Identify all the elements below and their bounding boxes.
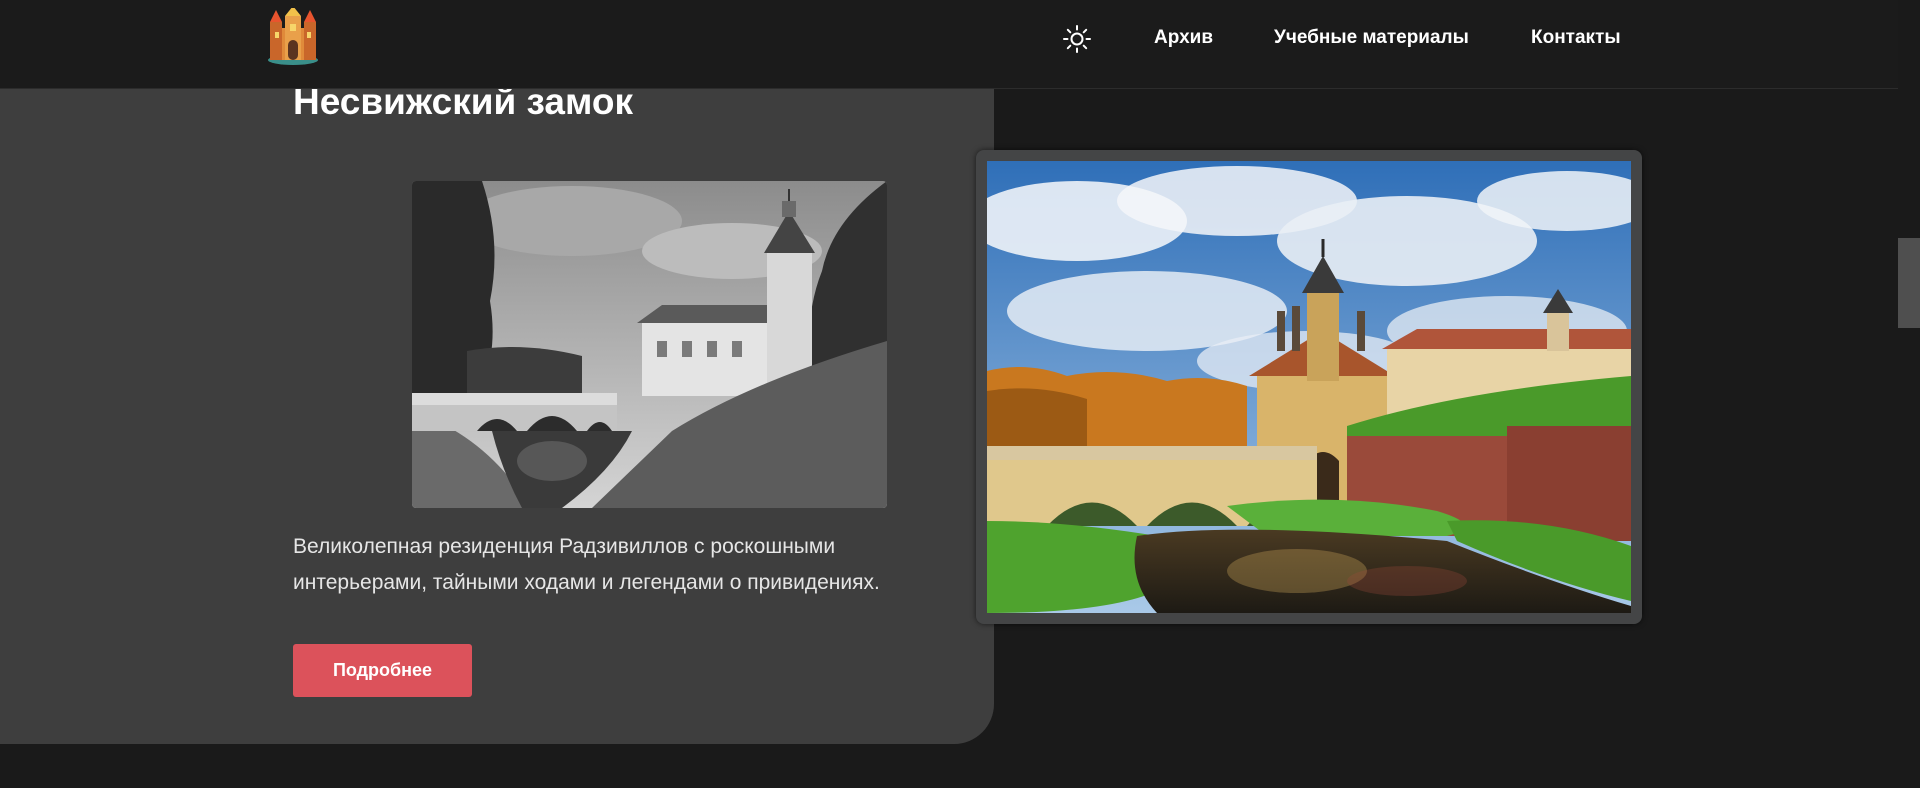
color-castle-photo xyxy=(987,161,1631,613)
nav-link-contacts[interactable]: Контакты xyxy=(1531,26,1621,50)
castle-description: Великолепная резиденция Радзивиллов с ро… xyxy=(293,535,880,594)
castle-logo-icon[interactable] xyxy=(266,8,320,66)
black-and-white-castle-photo xyxy=(412,181,887,508)
photo-frame xyxy=(976,150,1642,624)
more-details-button[interactable]: Подробнее xyxy=(293,644,472,697)
nav-link-materials[interactable]: Учебные материалы xyxy=(1274,26,1469,50)
sun-icon[interactable] xyxy=(1062,24,1092,54)
nav-link-archive[interactable]: Архив xyxy=(1154,26,1213,50)
scrollbar-thumb[interactable] xyxy=(1898,238,1920,328)
scrollbar-track[interactable] xyxy=(1898,0,1920,788)
site-header: Архив Учебные материалы Контакты xyxy=(0,0,1898,89)
